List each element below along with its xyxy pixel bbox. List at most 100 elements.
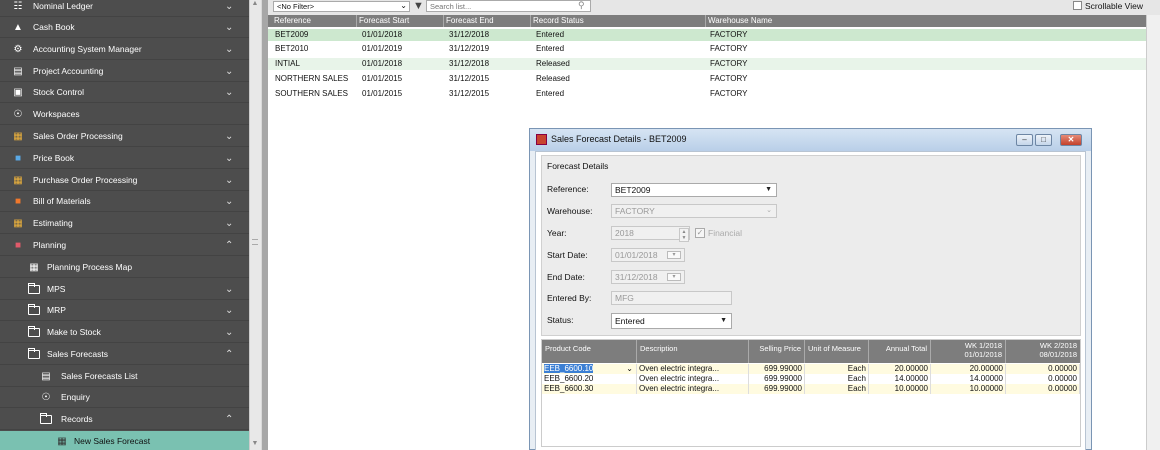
- chevron-down-icon: ⌄: [225, 217, 234, 229]
- nav-cash-book[interactable]: ▲ Cash Book ⌄: [0, 17, 249, 38]
- nav-mrp[interactable]: MRP ⌄: [0, 300, 249, 321]
- start-date-field[interactable]: 01/01/2018 ▾: [611, 248, 685, 262]
- col-reference[interactable]: Reference: [272, 15, 311, 27]
- dropdown-arrow-icon: ▼: [720, 317, 727, 324]
- nav-planning[interactable]: ■ Planning ⌃: [0, 235, 249, 256]
- nav-sales-forecasts-list[interactable]: ▤ Sales Forecasts List: [0, 366, 249, 387]
- scroll-up-icon[interactable]: ▲: [249, 0, 261, 8]
- nav-estimating[interactable]: ▦ Estimating ⌄: [0, 213, 249, 234]
- panel-title: Forecast Details: [547, 161, 609, 171]
- start-date-label: Start Date:: [547, 250, 588, 260]
- status-dropdown[interactable]: Entered ▼: [611, 313, 732, 329]
- nav-project-accounting[interactable]: ▤ Project Accounting ⌄: [0, 61, 249, 82]
- product-row[interactable]: EEB_6600.30 Oven electric integra... 699…: [542, 384, 1080, 394]
- reference-field[interactable]: BET2009 ▼: [611, 183, 777, 197]
- list-icon: ▤: [41, 370, 51, 382]
- col-wk1[interactable]: WK 1/2018 01/01/2018: [931, 340, 1006, 363]
- folder-icon: [28, 303, 40, 315]
- chevron-down-icon: ⌄: [225, 21, 234, 33]
- planning-icon: ■: [14, 239, 22, 251]
- close-button[interactable]: ✕: [1060, 134, 1082, 146]
- nav-nominal-ledger[interactable]: ☷ Nominal Ledger ⌄: [0, 0, 249, 17]
- search-icon[interactable]: ⚲: [578, 0, 585, 11]
- filter-toolbar: <No Filter> ⌄ ▼ ⚲ Scrollable View: [268, 0, 1160, 15]
- folder-icon: [28, 282, 40, 294]
- list-scrollbar[interactable]: [1146, 15, 1160, 450]
- col-description[interactable]: Description: [637, 340, 749, 363]
- navigation-sidebar: ☷ Nominal Ledger ⌄ ▲ Cash Book ⌄ ⚙ Accou…: [0, 0, 249, 450]
- product-row[interactable]: EEB_6600.10 ⌄ Oven electric integra... 6…: [542, 364, 1080, 374]
- nav-enquiry[interactable]: ☉ Enquiry: [0, 387, 249, 408]
- end-date-field[interactable]: 31/12/2018 ▾: [611, 270, 685, 284]
- col-selling-price[interactable]: Selling Price: [749, 340, 805, 363]
- nav-price-book[interactable]: ■ Price Book ⌄: [0, 148, 249, 169]
- settings-icon: ⚙: [13, 43, 23, 55]
- nav-bill-of-materials[interactable]: ■ Bill of Materials ⌄: [0, 191, 249, 212]
- product-row[interactable]: EEB_6600.20 Oven electric integra... 699…: [542, 374, 1080, 384]
- sales-forecast-details-dialog: Sales Forecast Details - BET2009 – □ ✕ F…: [529, 128, 1092, 450]
- clipboard-icon: ▤: [13, 65, 23, 77]
- col-record-status[interactable]: Record Status: [530, 15, 584, 27]
- folder-icon: [28, 325, 40, 337]
- table-row[interactable]: SOUTHERN SALES 01/01/2015 31/12/2015 Ent…: [268, 88, 1146, 100]
- table-row[interactable]: NORTHERN SALES 01/01/2015 31/12/2015 Rel…: [268, 73, 1146, 85]
- chevron-down-icon: ⌄: [225, 283, 234, 295]
- scrollable-view-checkbox[interactable]: [1073, 1, 1082, 10]
- col-warehouse-name[interactable]: Warehouse Name: [705, 15, 772, 27]
- sidebar-scrollbar[interactable]: [249, 0, 261, 450]
- warehouse-field[interactable]: FACTORY ⌄: [611, 204, 777, 218]
- scrollbar-grip[interactable]: [252, 239, 258, 245]
- maximize-button[interactable]: □: [1035, 134, 1052, 146]
- nav-new-sales-forecast[interactable]: ▦ New Sales Forecast: [0, 431, 249, 450]
- filter-funnel-icon[interactable]: ▼: [413, 0, 424, 12]
- chevron-down-icon: ⌄: [225, 195, 234, 207]
- nav-accounting-system-manager[interactable]: ⚙ Accounting System Manager ⌄: [0, 39, 249, 60]
- col-wk2[interactable]: WK 2/2018 08/01/2018: [1006, 340, 1080, 363]
- financial-checkbox[interactable]: ✓: [695, 228, 705, 238]
- chevron-down-icon: ⌄: [225, 86, 234, 98]
- year-label: Year:: [547, 228, 567, 238]
- search-input[interactable]: [426, 0, 591, 12]
- chevron-down-icon: ⌄: [225, 152, 234, 164]
- chevron-up-icon: ⌃: [225, 239, 234, 251]
- scroll-down-icon[interactable]: ▼: [249, 438, 261, 450]
- folder-icon: [40, 412, 52, 424]
- chevron-up-icon: ⌃: [225, 348, 234, 360]
- reference-label: Reference:: [547, 184, 589, 194]
- col-unit-of-measure[interactable]: Unit of Measure: [805, 340, 869, 363]
- col-forecast-end[interactable]: Forecast End: [443, 15, 494, 27]
- nav-make-to-stock[interactable]: Make to Stock ⌄: [0, 322, 249, 343]
- table-row[interactable]: BET2010 01/01/2019 31/12/2019 Entered FA…: [268, 43, 1146, 55]
- calendar-icon: ▾: [667, 273, 681, 281]
- col-forecast-start[interactable]: Forecast Start: [356, 15, 409, 27]
- year-spinner[interactable]: ▲ ▼: [679, 228, 689, 242]
- nav-records[interactable]: Records ⌃: [0, 409, 249, 430]
- product-forecast-grid: Product Code Description Selling Price U…: [541, 339, 1081, 447]
- nav-sales-forecasts[interactable]: Sales Forecasts ⌃: [0, 344, 249, 365]
- nav-planning-process-map[interactable]: ▦ Planning Process Map: [0, 257, 249, 278]
- dialog-title-bar[interactable]: Sales Forecast Details - BET2009 – □ ✕: [530, 129, 1091, 151]
- price-book-icon: ■: [14, 152, 22, 164]
- product-code-cell[interactable]: EEB_6600.10: [544, 364, 594, 373]
- chevron-down-icon: ⌄: [225, 304, 234, 316]
- nav-stock-control[interactable]: ▣ Stock Control ⌄: [0, 82, 249, 103]
- table-row[interactable]: INTIAL 01/01/2018 31/12/2018 Released FA…: [268, 58, 1146, 70]
- chevron-down-icon: ⌄: [225, 43, 234, 55]
- globe-icon: ☉: [13, 108, 23, 120]
- nav-workspaces[interactable]: ☉ Workspaces: [0, 104, 249, 125]
- warehouse-label: Warehouse:: [547, 206, 593, 216]
- dropdown-arrow-icon: ▼: [765, 186, 772, 193]
- nav-purchase-order-processing[interactable]: ▦ Purchase Order Processing ⌄: [0, 170, 249, 191]
- entered-by-field[interactable]: MFG: [611, 291, 732, 305]
- table-row[interactable]: BET2009 01/01/2018 31/12/2018 Entered FA…: [268, 29, 1146, 41]
- chevron-up-icon: ⌃: [225, 413, 234, 425]
- ledger-icon: ☷: [13, 0, 23, 12]
- nav-sales-order-processing[interactable]: ▦ Sales Order Processing ⌄: [0, 126, 249, 147]
- minimize-button[interactable]: –: [1016, 134, 1033, 146]
- filter-dropdown[interactable]: <No Filter> ⌄: [273, 1, 410, 12]
- nav-mps[interactable]: MPS ⌄: [0, 279, 249, 300]
- chevron-down-icon[interactable]: ⌄: [626, 364, 633, 374]
- col-annual-total[interactable]: Annual Total: [869, 340, 931, 363]
- col-product-code[interactable]: Product Code: [542, 340, 637, 363]
- purchase-order-icon: ▦: [13, 174, 23, 186]
